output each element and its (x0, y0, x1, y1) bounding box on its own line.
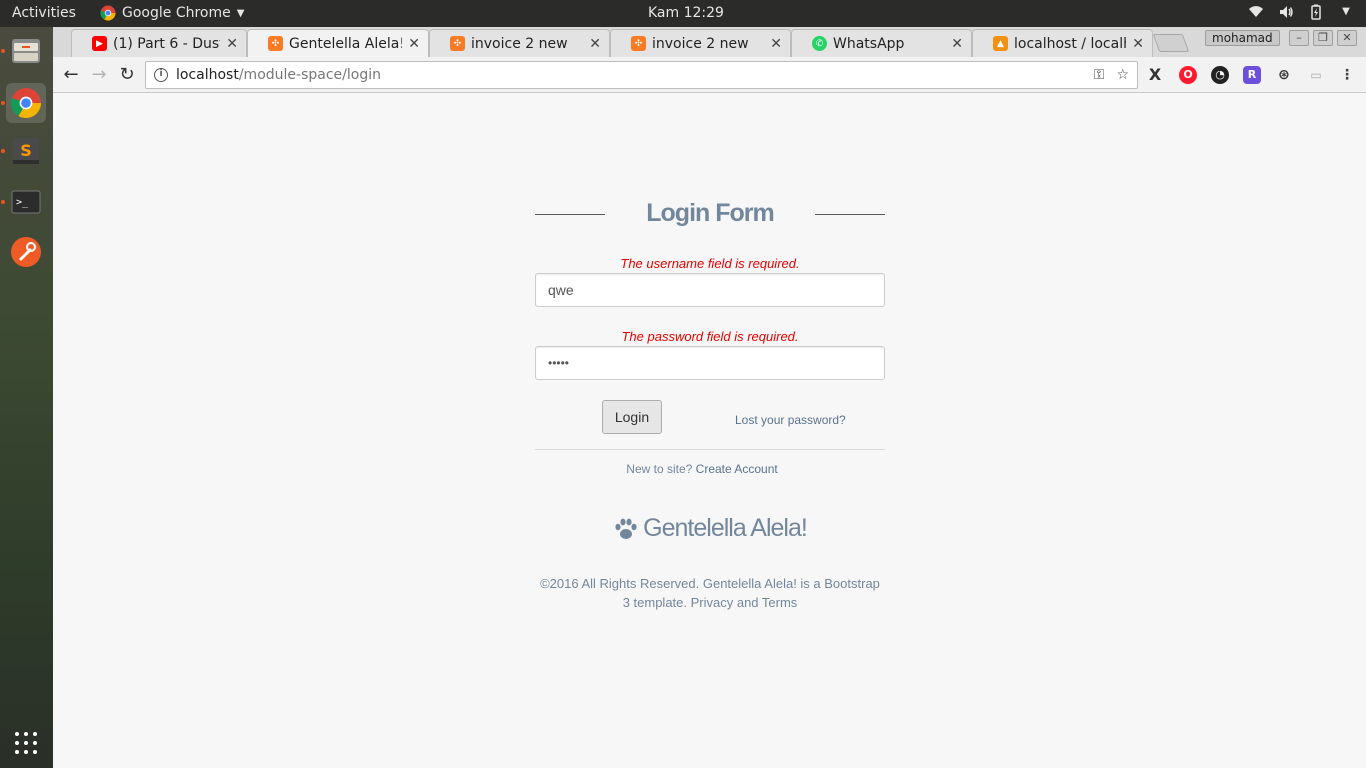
username-error: The username field is required. (620, 256, 800, 271)
tab-label: (1) Part 6 - Dusta (113, 35, 220, 52)
close-icon[interactable]: ✕ (226, 36, 238, 52)
key-icon[interactable]: ⚿ (1094, 67, 1105, 83)
tab-youtube[interactable]: ▶ (1) Part 6 - Dusta ✕ (71, 29, 247, 57)
bookmark-star-icon[interactable]: ☆ (1116, 67, 1129, 83)
opera-extension-icon[interactable]: O (1179, 66, 1197, 84)
r-extension-icon[interactable]: R (1243, 66, 1261, 84)
caret-down-icon: ▼ (236, 7, 245, 19)
brand: Gentelella Alela! (535, 514, 885, 543)
close-icon[interactable]: ✕ (770, 36, 782, 52)
terminal-icon: >_ (11, 190, 41, 214)
new-to-site-label: New to site? (626, 462, 693, 476)
xampp-icon: ✣ (631, 36, 646, 51)
form-separator (535, 449, 885, 450)
chrome-icon (10, 88, 42, 119)
tab-label: invoice 2 new (652, 35, 749, 52)
copyright-line-2: 3 template. Privacy and Terms (622, 595, 798, 610)
tab-invoice-1[interactable]: ✣ invoice 2 new ✕ (429, 29, 610, 57)
site-info-icon[interactable]: i (154, 68, 168, 82)
app-menu[interactable]: Google Chrome ▼ (100, 5, 244, 21)
password-error: The password field is required. (621, 329, 799, 344)
xampp-icon: ✣ (268, 36, 283, 51)
page-content: Login Form The username field is require… (53, 94, 1366, 768)
new-tab-button[interactable] (1152, 34, 1190, 52)
copyright: ©2016 All Rights Reserved. Gentelella Al… (535, 574, 885, 612)
brand-name: Gentelella Alela! (643, 514, 808, 542)
close-window-button[interactable]: ✕ (1337, 30, 1357, 46)
tab-strip: ▶ (1) Part 6 - Dusta ✕ ✣ Gentelella Alel… (53, 27, 1366, 57)
tab-label: invoice 2 new (471, 35, 568, 52)
postman-icon (11, 237, 41, 267)
tab-gentelella[interactable]: ✣ Gentelella Alela! | ✕ (247, 29, 429, 57)
url-path: /module-space/login (238, 67, 381, 83)
whatsapp-icon: ✆ (812, 36, 827, 51)
close-icon[interactable]: ✕ (408, 36, 420, 52)
lost-password-link[interactable]: Lost your password? (735, 413, 846, 427)
copyright-line-1: ©2016 All Rights Reserved. Gentelella Al… (540, 576, 880, 591)
profile-button[interactable]: mohamad (1205, 30, 1280, 46)
wifi-icon (1249, 6, 1263, 17)
menu-kebab-icon[interactable]: ⋮ (1338, 66, 1356, 84)
system-top-bar: Activities Google Chrome ▼ Kam 12:29 ▼ (0, 0, 1366, 27)
password-input[interactable]: ••••• (535, 346, 885, 380)
chrome-icon (100, 5, 116, 21)
close-icon[interactable]: ✕ (1132, 36, 1144, 52)
tab-invoice-2[interactable]: ✣ invoice 2 new ✕ (610, 29, 791, 57)
running-indicator (1, 149, 5, 153)
speed-dial-extension-icon[interactable]: ◔ (1211, 66, 1229, 84)
address-bar[interactable]: i localhost /module-space/login ⚿ ☆ (145, 61, 1138, 89)
back-icon[interactable]: ← (59, 63, 83, 87)
url-host: localhost (176, 67, 239, 83)
phpmyadmin-icon: ▲ (993, 36, 1008, 51)
battery-icon (1311, 4, 1321, 20)
xmarks-extension-icon[interactable]: X (1146, 66, 1164, 84)
cast-extension-icon[interactable]: ▭ (1307, 66, 1325, 84)
tab-label: Gentelella Alela! | (289, 35, 403, 52)
clock[interactable]: Kam 12:29 (648, 5, 724, 21)
tab-label: localhost / localh (1014, 35, 1127, 52)
sublime-launcher[interactable]: S (6, 131, 46, 171)
svg-text:S: S (20, 141, 32, 160)
login-button[interactable]: Login (602, 400, 662, 434)
new-to-site: New to site? Create Account (535, 462, 869, 476)
paw-icon (615, 518, 637, 539)
youtube-icon: ▶ (92, 36, 107, 51)
tab-label: WhatsApp (833, 35, 905, 52)
activities-button[interactable]: Activities (12, 5, 76, 21)
power-menu-caret-icon: ▼ (1342, 6, 1350, 17)
running-indicator (1, 200, 5, 204)
sublime-text-icon: S (13, 138, 39, 164)
launcher-dock: S >_ (0, 27, 53, 768)
username-input[interactable]: qwe (535, 273, 885, 307)
show-applications-icon[interactable] (15, 732, 37, 754)
close-icon[interactable]: ✕ (589, 36, 601, 52)
file-cabinet-icon (12, 39, 40, 63)
browser-toolbar: ← → ↻ i localhost /module-space/login ⚿ … (53, 57, 1366, 93)
terminal-launcher[interactable]: >_ (6, 182, 46, 222)
files-launcher[interactable] (6, 31, 46, 71)
minimize-button[interactable]: – (1289, 30, 1309, 46)
running-indicator (1, 49, 5, 53)
svg-text:>_: >_ (16, 197, 29, 208)
close-icon[interactable]: ✕ (951, 36, 963, 52)
title-divider-right (815, 214, 885, 215)
system-tray[interactable]: ▼ (1248, 4, 1354, 20)
tab-phpmyadmin[interactable]: ▲ localhost / localh ✕ (972, 29, 1153, 57)
create-account-link[interactable]: Create Account (696, 462, 778, 476)
title-row: Login Form (535, 199, 885, 229)
fingerprint-extension-icon[interactable]: ⊛ (1275, 66, 1293, 84)
reload-icon[interactable]: ↻ (115, 63, 139, 87)
maximize-button[interactable]: ❐ (1313, 30, 1333, 46)
postman-launcher[interactable] (6, 232, 46, 272)
tab-whatsapp[interactable]: ✆ WhatsApp ✕ (791, 29, 972, 57)
forward-icon[interactable]: → (87, 63, 111, 87)
volume-icon (1280, 6, 1293, 18)
running-indicator (1, 101, 5, 105)
xampp-icon: ✣ (450, 36, 465, 51)
chrome-launcher[interactable] (6, 83, 46, 123)
app-menu-label: Google Chrome (122, 5, 231, 21)
